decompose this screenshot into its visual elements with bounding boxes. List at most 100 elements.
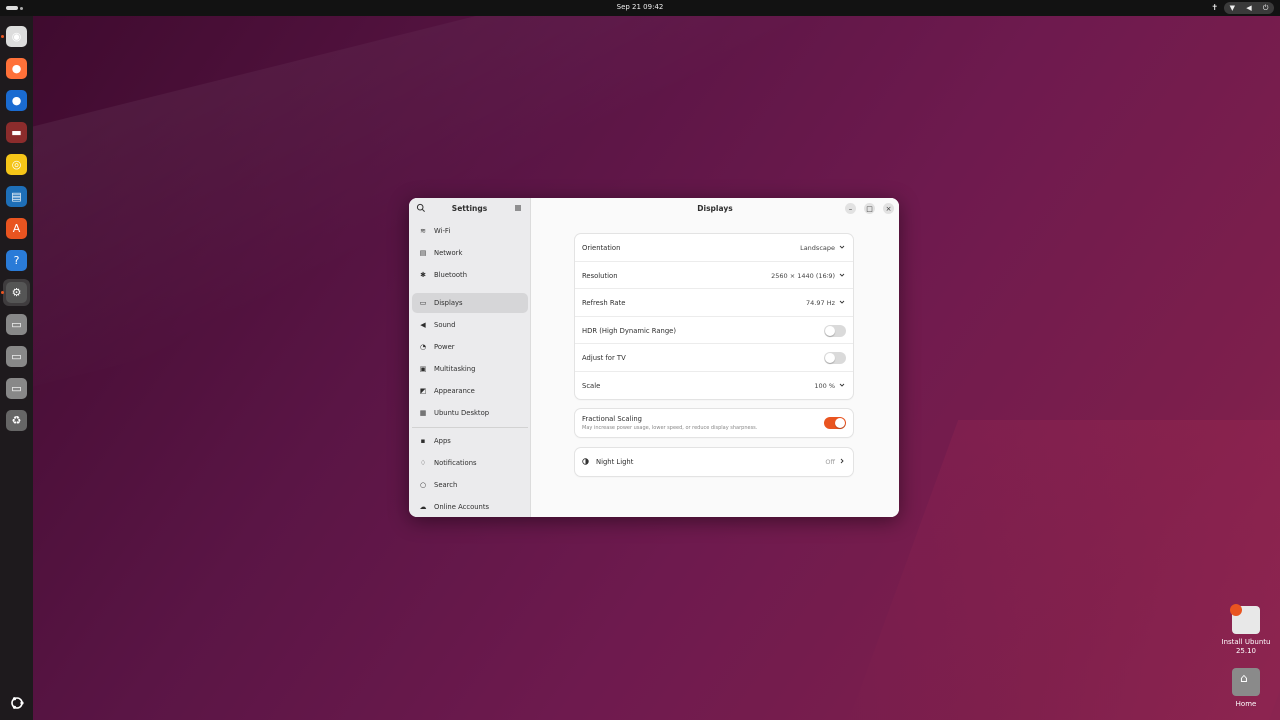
sidebar-item-notifications[interactable]: ♢ Notifications: [412, 453, 528, 473]
close-button[interactable]: ×: [883, 203, 894, 214]
appearance-icon: ◩: [419, 387, 427, 395]
sidebar-item-appearance[interactable]: ◩ Appearance: [412, 381, 528, 401]
install-ubuntu-version: 25.10: [1235, 647, 1257, 655]
install-ubuntu-desktop-icon[interactable]: Install Ubuntu 25.10: [1216, 604, 1276, 656]
sidebar-item-label: Ubuntu Desktop: [434, 409, 490, 417]
sidebar-item-online-accounts[interactable]: ☁ Online Accounts: [412, 497, 528, 517]
dock-drive-launcher[interactable]: ▭: [6, 314, 27, 335]
sidebar-item-label: Online Accounts: [434, 503, 490, 511]
minimize-button[interactable]: –: [845, 203, 856, 214]
running-indicator: [1, 35, 4, 38]
power-icon: ◔: [419, 343, 427, 351]
installer-icon: [1230, 604, 1260, 634]
home-folder-icon: ⌂: [1232, 668, 1260, 696]
sidebar-item-multitasking[interactable]: ▣ Multitasking: [412, 359, 528, 379]
home-label: Home: [1235, 700, 1257, 708]
sidebar-item-search[interactable]: ○ Search: [412, 475, 528, 495]
sidebar-item-displays[interactable]: ▭ Displays: [412, 293, 528, 313]
network-icon: ▤: [419, 249, 427, 257]
resolution-row[interactable]: Resolution 2560 × 1440 (16∶9): [575, 262, 853, 289]
display-icon: ▭: [419, 299, 427, 307]
fractional-scaling-card: Fractional Scaling May increase power us…: [575, 409, 853, 437]
top-bar: Sep 21 09:42 ✝ ▼ ◀ ⏻: [0, 0, 1280, 16]
hdr-toggle[interactable]: [824, 324, 846, 337]
dock-writer-launcher[interactable]: ▤: [6, 186, 27, 207]
hamburger-menu-icon[interactable]: [513, 203, 523, 213]
sidebar-item-wi-fi[interactable]: ≋ Wi-Fi: [412, 221, 528, 241]
adjust-tv-toggle[interactable]: [824, 352, 846, 364]
home-desktop-icon[interactable]: ⌂ Home: [1216, 668, 1276, 709]
night-light-row[interactable]: Night Light Off: [575, 448, 853, 476]
writer-icon: ▤: [6, 186, 27, 207]
rhythmbox-icon: ◎: [6, 154, 27, 175]
dock-firefox-launcher[interactable]: ●: [6, 58, 27, 79]
refresh-rate-value: 74.97 Hz: [806, 299, 835, 307]
sidebar-item-sound[interactable]: ◀ Sound: [412, 315, 528, 335]
drive-icon: ▭: [6, 314, 27, 335]
night-light-label: Night Light: [596, 458, 634, 466]
orientation-value: Landscape: [800, 244, 835, 252]
clock[interactable]: Sep 21 09:42: [0, 3, 1280, 11]
files-icon: ▬: [6, 122, 27, 143]
dock-trash-launcher[interactable]: ♻: [6, 410, 27, 431]
fractional-scaling-description: May increase power usage, lower speed, o…: [582, 425, 758, 431]
toggle-knob: [825, 353, 835, 363]
adjust-tv-row: Adjust for TV: [575, 344, 853, 372]
sidebar-item-network[interactable]: ▤ Network: [412, 243, 528, 263]
show-apps-button[interactable]: [6, 692, 27, 713]
sidebar-item-label: Network: [434, 249, 463, 257]
bell-icon: ♢: [419, 459, 427, 467]
dock-installer-launcher[interactable]: ◉: [6, 26, 27, 47]
sidebar-item-label: Bluetooth: [434, 271, 467, 279]
chevron-down-icon: [839, 300, 845, 304]
display-settings-card: Orientation Landscape Resolution 2560 × …: [575, 234, 853, 399]
ubuntu-desktop-icon: ▦: [419, 409, 427, 417]
night-light-icon: [582, 458, 589, 465]
refresh-rate-label: Refresh Rate: [582, 299, 626, 307]
search-icon: ○: [419, 481, 427, 489]
dock-settings-launcher[interactable]: ⚙: [3, 279, 30, 306]
sidebar-item-bluetooth[interactable]: ✱ Bluetooth: [412, 265, 528, 285]
accessibility-icon[interactable]: ✝: [1211, 3, 1218, 12]
sidebar-item-power[interactable]: ◔ Power: [412, 337, 528, 357]
dock-rhythmbox-launcher[interactable]: ◎: [6, 154, 27, 175]
app-center-icon: A: [6, 218, 27, 239]
volume-icon: ◀: [1246, 4, 1252, 12]
running-indicator: [1, 291, 4, 294]
sidebar-item-label: Sound: [434, 321, 456, 329]
refresh-rate-row[interactable]: Refresh Rate 74.97 Hz: [575, 289, 853, 317]
thunderbird-icon: ●: [6, 90, 27, 111]
fractional-scaling-toggle[interactable]: [824, 417, 846, 429]
page-title: Displays: [697, 204, 733, 213]
system-tray[interactable]: ▼ ◀ ⏻: [1224, 2, 1274, 14]
ubuntu-badge-icon: [1230, 604, 1242, 616]
fractional-scaling-label: Fractional Scaling: [582, 415, 642, 423]
chevron-down-icon: [839, 273, 845, 277]
firefox-icon: ●: [6, 58, 27, 79]
wifi-icon: ▼: [1229, 4, 1235, 12]
sidebar-item-ubuntu-desktop[interactable]: ▦ Ubuntu Desktop: [412, 403, 528, 423]
dock-drive-launcher[interactable]: ▭: [6, 346, 27, 367]
dock-thunderbird-launcher[interactable]: ●: [6, 90, 27, 111]
bluetooth-icon: ✱: [420, 271, 426, 279]
night-light-card: Night Light Off: [575, 448, 853, 476]
sidebar-header: Settings: [409, 198, 530, 220]
power-icon: ⏻: [1262, 3, 1269, 12]
install-ubuntu-label: Install Ubuntu: [1221, 638, 1271, 646]
scale-row[interactable]: Scale 100 %: [575, 372, 853, 400]
sound-icon: ◀: [420, 321, 426, 329]
sidebar-item-apps[interactable]: ▪ Apps: [412, 431, 528, 451]
dock-files-launcher[interactable]: ▬: [6, 122, 27, 143]
settings-sidebar: Settings ≋ Wi-Fi ▤ Network ✱ Bluetooth ▭ Displa…: [409, 198, 531, 517]
dock-drive-launcher[interactable]: ▭: [6, 378, 27, 399]
ubuntu-logo-icon: [10, 696, 24, 709]
sidebar-item-label: Notifications: [434, 459, 477, 467]
dock-app-center-launcher[interactable]: A: [6, 218, 27, 239]
orientation-label: Orientation: [582, 244, 621, 252]
orientation-row[interactable]: Orientation Landscape: [575, 234, 853, 262]
settings-window: Settings ≋ Wi-Fi ▤ Network ✱ Bluetooth ▭ Displa…: [409, 198, 899, 517]
wallpaper-streak: [841, 420, 1280, 720]
dock-help-launcher[interactable]: ?: [6, 250, 27, 271]
maximize-button[interactable]: □: [864, 203, 875, 214]
multitasking-icon: ▣: [419, 365, 427, 373]
